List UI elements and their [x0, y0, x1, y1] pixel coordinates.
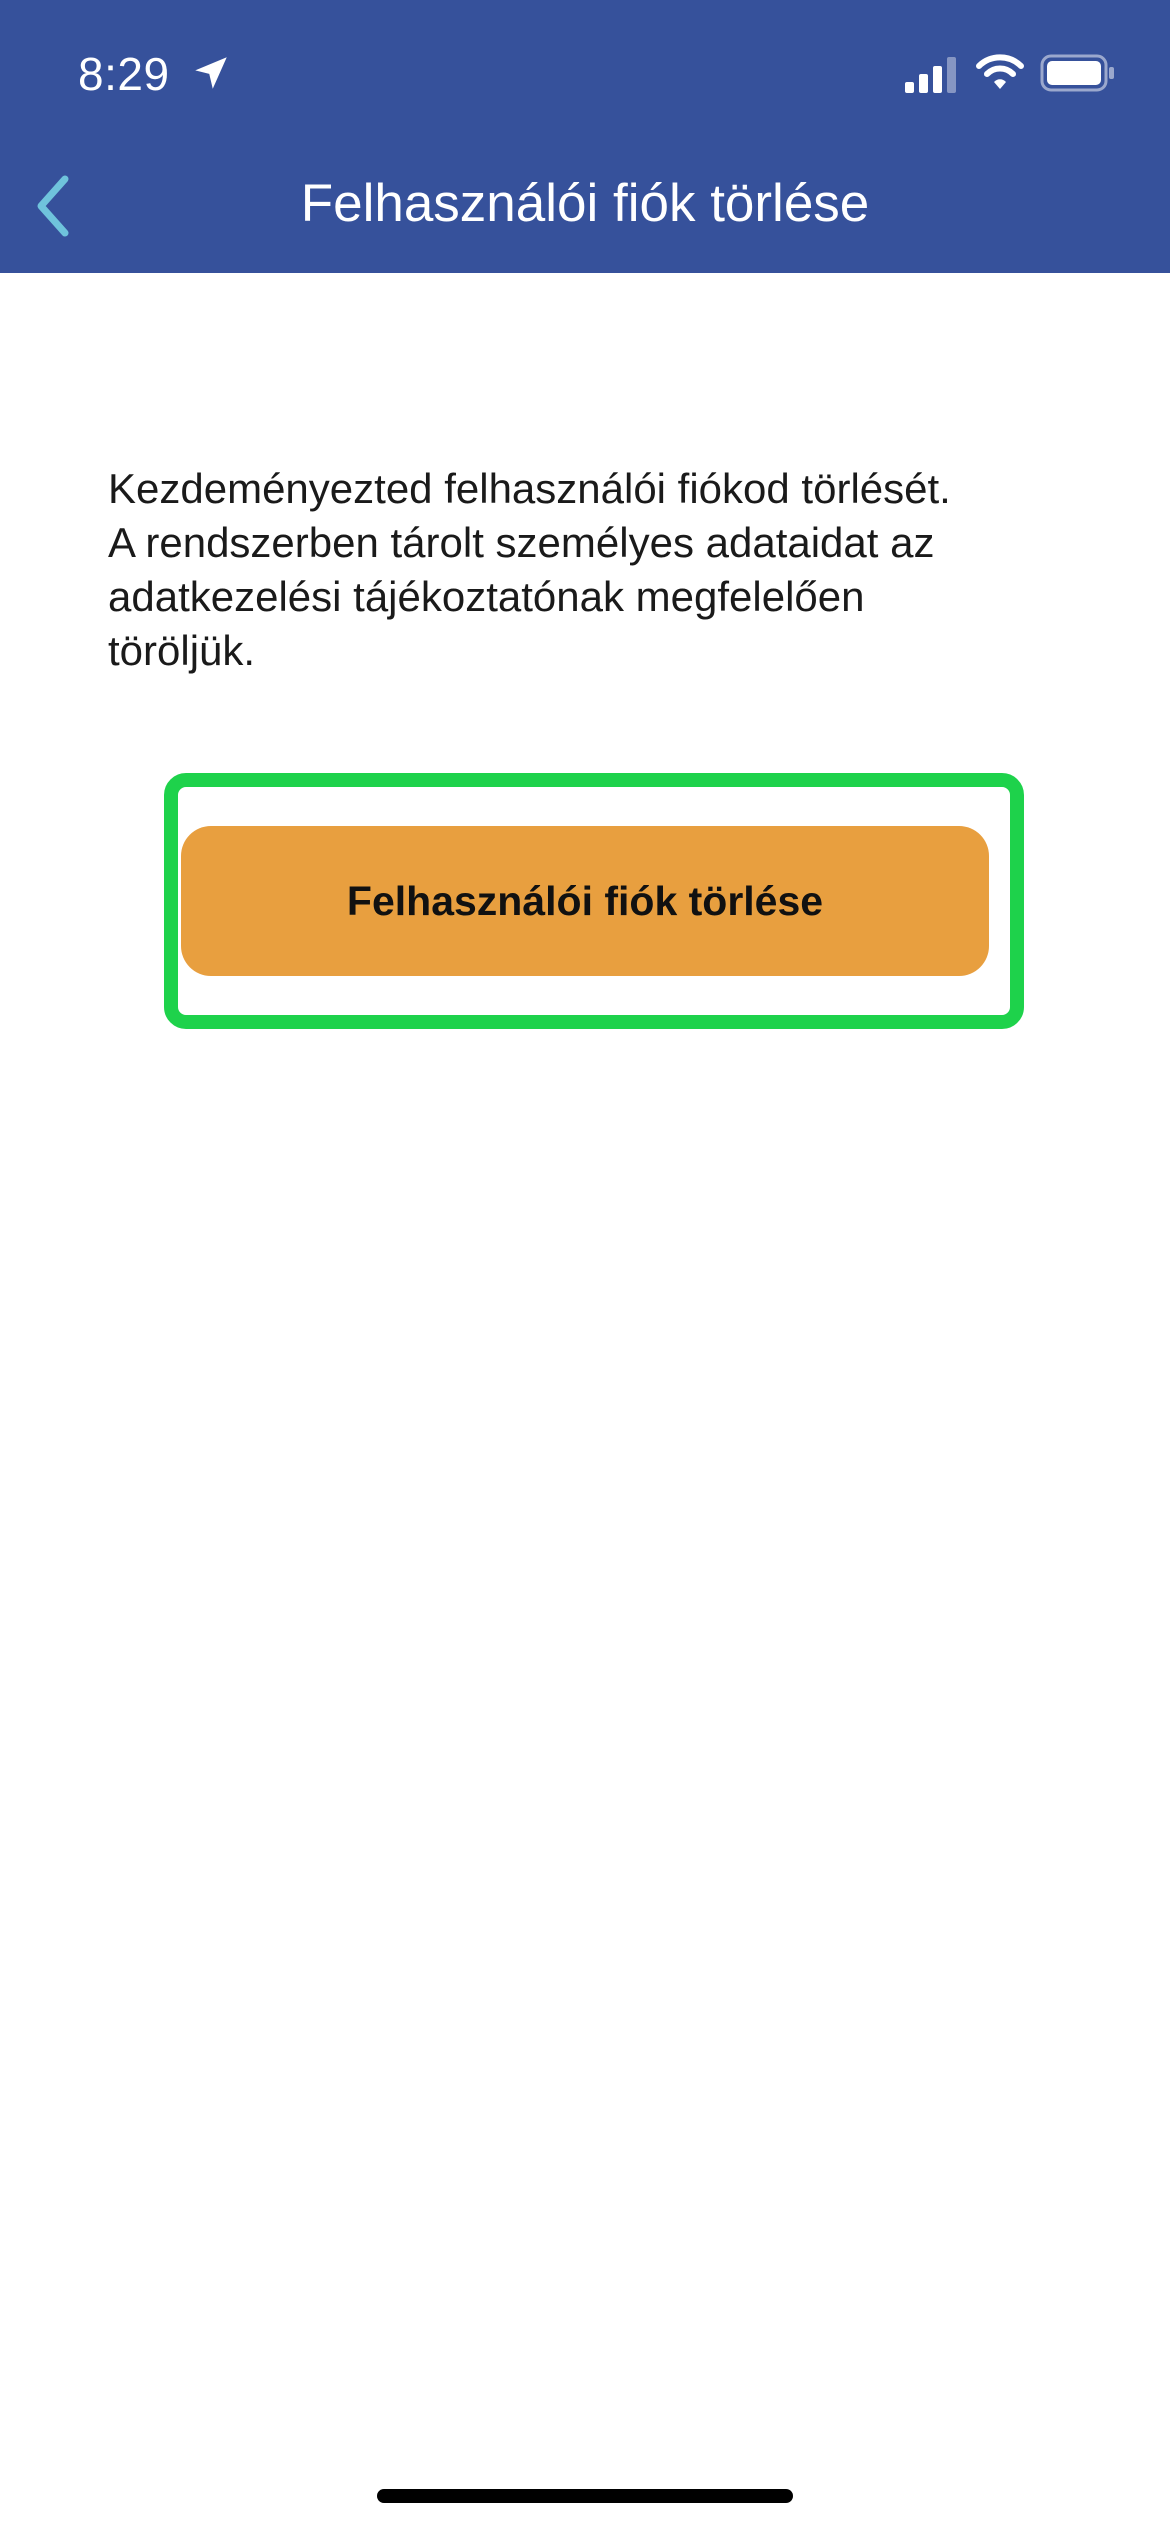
wifi-icon	[976, 54, 1024, 89]
chevron-left-icon	[37, 175, 69, 237]
battery-icon	[1040, 54, 1114, 92]
delete-account-button[interactable]: Felhasználói fiók törlése	[181, 826, 989, 976]
location-arrow-icon	[195, 57, 227, 89]
cellular-signal-icon	[905, 57, 956, 93]
page-title: Felhasználói fiók törlése	[300, 174, 870, 233]
message-line: A rendszerben tárolt személyes adataidat…	[108, 519, 935, 566]
message-line: töröljük.	[108, 627, 256, 674]
back-button[interactable]	[18, 168, 88, 244]
navigation-header: 8:29 Felhasználói fiók törlése	[0, 0, 1170, 273]
message-line: Kezdeményezted felhasználói fiókod törlé…	[108, 465, 951, 512]
status-time: 8:29	[78, 48, 170, 100]
home-indicator	[377, 2489, 793, 2503]
deletion-message: Kezdeményezted felhasználói fiókod törlé…	[108, 462, 1068, 678]
message-line: adatkezelési tájékoztatónak megfelelően	[108, 573, 865, 620]
